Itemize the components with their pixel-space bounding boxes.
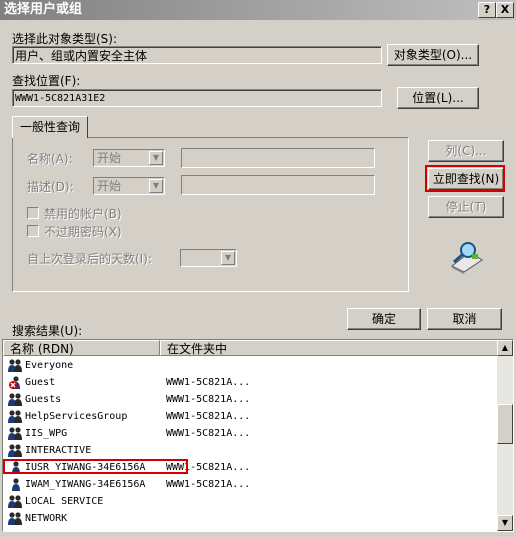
- group-icon: [7, 494, 23, 509]
- find-now-highlight: [425, 165, 505, 192]
- group-icon: [7, 392, 23, 407]
- row-folder: WWW1-5C821A...: [166, 479, 251, 490]
- cancel-button[interactable]: 取消: [427, 308, 502, 330]
- name-input: [181, 148, 375, 168]
- table-row[interactable]: HelpServicesGroup WWW1-5C821A...: [3, 408, 498, 425]
- row-name: IIS_WPG: [25, 428, 68, 439]
- non-expiring-password-checkbox: [27, 225, 39, 237]
- table-row[interactable]: INTERACTIVE: [3, 442, 498, 459]
- group-icon: [7, 358, 23, 373]
- row-folder: WWW1-5C821A...: [166, 428, 251, 439]
- location-field: WWW1-5C821A31E2: [12, 89, 382, 107]
- table-row[interactable]: NETWORK: [3, 510, 498, 527]
- table-row[interactable]: Guest WWW1-5C821A...: [3, 374, 498, 391]
- scroll-up-icon[interactable]: ▲: [497, 340, 513, 356]
- object-type-label: 选择此对象类型(S):: [12, 32, 118, 46]
- column-header-name[interactable]: 名称 (RDN): [3, 340, 160, 356]
- group-icon: [7, 426, 23, 441]
- disabled-user-icon: [7, 375, 23, 390]
- chevron-down-icon: ▼: [149, 151, 163, 165]
- help-button[interactable]: ?: [478, 2, 496, 18]
- row-name: INTERACTIVE: [25, 445, 92, 456]
- row-name: IWAM_YIWANG-34E6156A: [25, 479, 146, 490]
- chevron-down-icon: ▼: [221, 251, 235, 265]
- iusr-row-highlight: [3, 459, 188, 474]
- table-row[interactable]: Everyone: [3, 357, 498, 374]
- description-label: 描述(D):: [27, 180, 74, 194]
- chevron-down-icon: ▼: [149, 179, 163, 193]
- disabled-accounts-label: 禁用的帐户(B): [44, 207, 122, 221]
- stop-button: 停止(T): [428, 196, 504, 218]
- row-name: Guests: [25, 394, 62, 405]
- tab-general-query[interactable]: 一般性查询: [12, 116, 88, 138]
- table-row[interactable]: Guests WWW1-5C821A...: [3, 391, 498, 408]
- days-since-logon-select: ▼: [180, 249, 237, 267]
- row-folder: WWW1-5C821A...: [166, 411, 251, 422]
- row-name: NETWORK: [25, 513, 68, 524]
- user-icon: [7, 477, 23, 492]
- scroll-down-icon[interactable]: ▼: [497, 515, 513, 531]
- table-row[interactable]: IIS_WPG WWW1-5C821A...: [3, 425, 498, 442]
- row-name: LOCAL SERVICE: [25, 496, 104, 507]
- description-input: [181, 175, 375, 195]
- row-name: Guest: [25, 377, 56, 388]
- group-icon: [7, 511, 23, 526]
- non-expiring-password-label: 不过期密码(X): [44, 225, 122, 239]
- close-button[interactable]: X: [496, 2, 514, 18]
- row-name: Everyone: [25, 360, 74, 371]
- group-icon: [7, 409, 23, 424]
- locations-button[interactable]: 位置(L)...: [397, 87, 479, 109]
- search-animation-icon: [451, 242, 483, 274]
- column-header-folder[interactable]: 在文件夹中: [160, 340, 498, 356]
- group-icon: [7, 443, 23, 458]
- title-bar: 选择用户或组 ? X: [0, 0, 516, 20]
- window-title: 选择用户或组: [4, 2, 83, 17]
- search-results-list[interactable]: 名称 (RDN) 在文件夹中 Everyone Guest WWW1-5C821A.…: [2, 339, 514, 532]
- name-mode-value: 开始: [97, 151, 122, 165]
- description-mode-select: 开始 ▼: [93, 177, 165, 195]
- scroll-thumb[interactable]: [497, 404, 513, 444]
- columns-button: 列(C)...: [428, 140, 504, 162]
- days-since-logon-label: 自上次登录后的天数(I):: [27, 252, 152, 266]
- row-folder: WWW1-5C821A...: [166, 394, 251, 405]
- description-mode-value: 开始: [97, 179, 122, 193]
- object-type-field: 用户、组或内置安全主体: [12, 46, 382, 64]
- table-row[interactable]: LOCAL SERVICE: [3, 493, 498, 510]
- name-label: 名称(A):: [27, 152, 73, 166]
- row-folder: WWW1-5C821A...: [166, 377, 251, 388]
- location-label: 查找位置(F):: [12, 74, 81, 88]
- table-row[interactable]: IWAM_YIWANG-34E6156A WWW1-5C821A...: [3, 476, 498, 493]
- search-results-label: 搜索结果(U):: [12, 324, 83, 338]
- object-types-button[interactable]: 对象类型(O)...: [387, 44, 479, 66]
- vertical-scrollbar[interactable]: ▲ ▼: [497, 340, 513, 531]
- ok-button[interactable]: 确定: [347, 308, 421, 330]
- name-mode-select: 开始 ▼: [93, 149, 165, 167]
- disabled-accounts-checkbox: [27, 207, 39, 219]
- row-name: HelpServicesGroup: [25, 411, 128, 422]
